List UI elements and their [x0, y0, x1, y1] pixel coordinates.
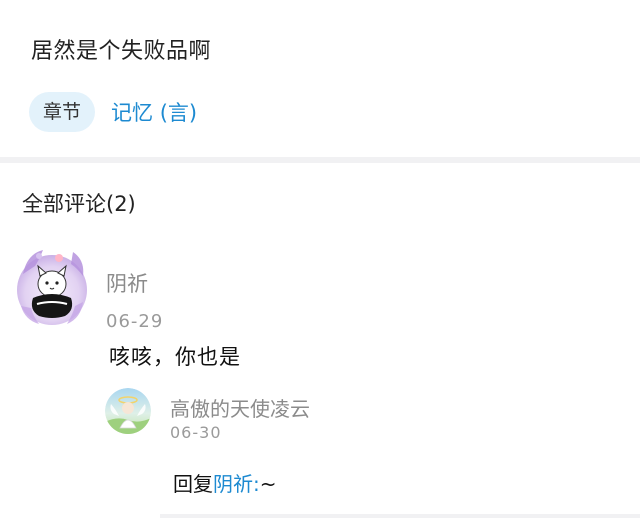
- reply-text[interactable]: 回复阴祈:~: [173, 468, 277, 497]
- reply-avatar[interactable]: [105, 388, 151, 434]
- reply-prefix: 回复: [173, 472, 213, 496]
- comment-date: 06-29: [106, 311, 164, 332]
- reply-date: 06-30: [170, 423, 222, 442]
- avatar[interactable]: [13, 244, 91, 328]
- reply-username[interactable]: 高傲的天使凌云: [170, 393, 310, 422]
- chapter-tag: 章节: [29, 92, 96, 132]
- comment-username[interactable]: 阴祈: [106, 268, 148, 298]
- section-divider: [0, 157, 640, 163]
- reply-mention-link[interactable]: 阴祈:: [213, 472, 260, 496]
- post-detail-page: 居然是个失败品啊 章节 记忆 (言) 全部评论(2) 阴祈 06-29 咳咳，你…: [0, 0, 640, 518]
- chapter-link[interactable]: 记忆 (言): [111, 97, 197, 127]
- bottom-divider: [160, 514, 640, 518]
- comments-header: 全部评论(2): [22, 192, 136, 216]
- comment-text[interactable]: 咳咳，你也是: [109, 341, 241, 371]
- chapter-row[interactable]: 章节 记忆 (言): [29, 92, 197, 132]
- post-title: 居然是个失败品啊: [31, 39, 212, 64]
- avatar-image: [17, 250, 87, 325]
- reply-body: ~: [259, 472, 277, 496]
- reply-avatar-image: [105, 388, 151, 434]
